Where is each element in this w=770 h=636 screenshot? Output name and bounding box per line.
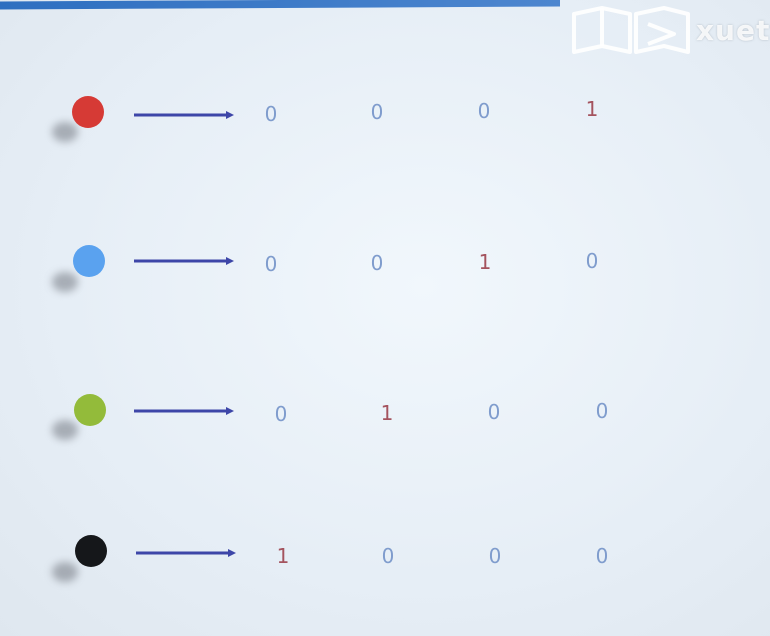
- value-cell: 0: [487, 400, 501, 424]
- arrow-icon: [134, 257, 234, 265]
- value-cell: 0: [370, 251, 384, 275]
- value-cell: 0: [595, 399, 609, 423]
- green-dot: [74, 394, 106, 426]
- value-cell: 0: [595, 544, 609, 568]
- red-dot: [72, 96, 104, 128]
- watermark-text: xuet: [696, 14, 770, 47]
- value-cell: 0: [488, 544, 502, 568]
- encoding-row-red: 0 0 0 1: [0, 82, 700, 142]
- value-cell: 0: [264, 252, 278, 276]
- value-cell: 0: [274, 402, 288, 426]
- value-cell: 1: [276, 544, 290, 568]
- book-logo-icon: [572, 6, 690, 54]
- arrow-icon: [136, 549, 236, 557]
- black-dot: [75, 535, 107, 567]
- encoding-row-black: 1 0 0 0: [0, 520, 700, 582]
- encoding-row-blue: 0 0 1 0: [0, 232, 700, 292]
- arrow-icon: [134, 111, 234, 119]
- value-cell: 1: [585, 97, 599, 121]
- value-cell: 0: [264, 102, 278, 126]
- value-cell: 1: [478, 250, 492, 274]
- top-accent-bar: [0, 0, 560, 10]
- value-cell: 1: [380, 401, 394, 425]
- encoding-row-green: 0 1 0 0: [0, 380, 700, 440]
- watermark-logo: xuet: [570, 0, 770, 60]
- blue-dot: [73, 245, 105, 277]
- arrow-icon: [134, 407, 234, 415]
- value-cell: 0: [370, 100, 384, 124]
- value-cell: 0: [477, 99, 491, 123]
- value-cell: 0: [381, 544, 395, 568]
- value-cell: 0: [585, 249, 599, 273]
